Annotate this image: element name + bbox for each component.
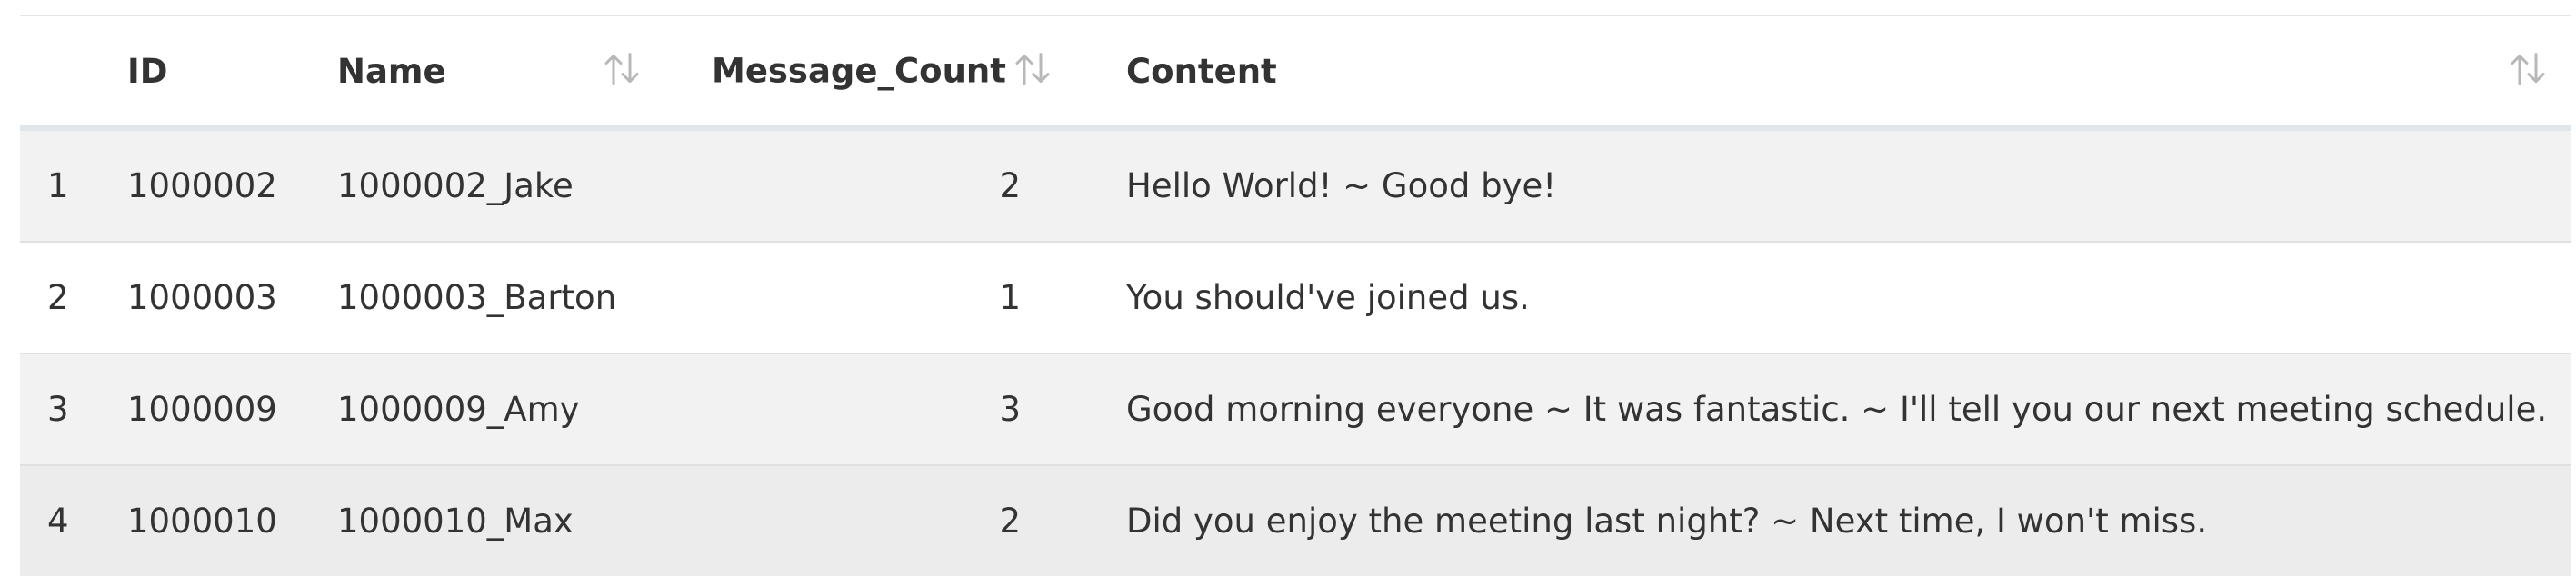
column-header-message-count[interactable]: Message_Count — [712, 16, 1081, 131]
table-row[interactable]: 3 1000009 1000009_Amy 3 Good morning eve… — [20, 353, 2571, 466]
message-count-cell: 2 — [712, 128, 1081, 243]
column-header-index — [20, 16, 127, 131]
id-cell: 1000002 — [127, 128, 337, 243]
column-header-id[interactable]: ID — [127, 16, 389, 131]
name-cell: 1000002_Jake — [337, 128, 712, 243]
message-count-cell: 2 — [712, 465, 1081, 576]
column-header-id-label: ID — [127, 51, 168, 91]
row-index-cell: 1 — [20, 128, 127, 243]
data-table: ID Name Message_Count Content 1 1000002 … — [20, 16, 2571, 576]
id-cell: 1000010 — [127, 465, 337, 576]
table-row[interactable]: 1 1000002 1000002_Jake 2 Hello World! ~ … — [20, 128, 2571, 243]
table-row[interactable]: 4 1000010 1000010_Max 2 Did you enjoy th… — [20, 465, 2571, 576]
table-row[interactable]: 2 1000003 1000003_Barton 1 You should've… — [20, 242, 2571, 354]
data-table-container: ID Name Message_Count Content 1 1000002 … — [20, 15, 2571, 576]
row-index-cell: 4 — [20, 465, 127, 576]
message-count-cell: 1 — [712, 242, 1081, 354]
name-cell: 1000009_Amy — [337, 353, 712, 466]
id-cell: 1000009 — [127, 353, 337, 466]
column-header-message-count-label: Message_Count — [712, 51, 1006, 91]
table-body: 1 1000002 1000002_Jake 2 Hello World! ~ … — [20, 128, 2571, 576]
column-header-name[interactable]: Name — [337, 16, 712, 131]
content-cell: Good morning everyone ~ It was fantastic… — [1081, 353, 2571, 466]
name-cell: 1000010_Max — [337, 465, 712, 576]
column-header-name-label: Name — [337, 51, 446, 91]
sort-icon[interactable] — [601, 51, 644, 87]
sort-icon[interactable] — [2507, 51, 2551, 87]
message-count-cell: 3 — [712, 353, 1081, 466]
content-cell: You should've joined us. — [1081, 242, 2571, 354]
table-header: ID Name Message_Count Content — [20, 16, 2571, 131]
header-row: ID Name Message_Count Content — [20, 16, 2571, 131]
column-header-content[interactable]: Content — [1081, 16, 2571, 131]
column-header-content-label: Content — [1126, 51, 1277, 91]
content-cell: Hello World! ~ Good bye! — [1081, 128, 2571, 243]
row-index-cell: 2 — [20, 242, 127, 354]
content-cell: Did you enjoy the meeting last night? ~ … — [1081, 465, 2571, 576]
name-cell: 1000003_Barton — [337, 242, 712, 354]
sort-icon[interactable] — [1012, 51, 1055, 87]
id-cell: 1000003 — [127, 242, 337, 354]
row-index-cell: 3 — [20, 353, 127, 466]
